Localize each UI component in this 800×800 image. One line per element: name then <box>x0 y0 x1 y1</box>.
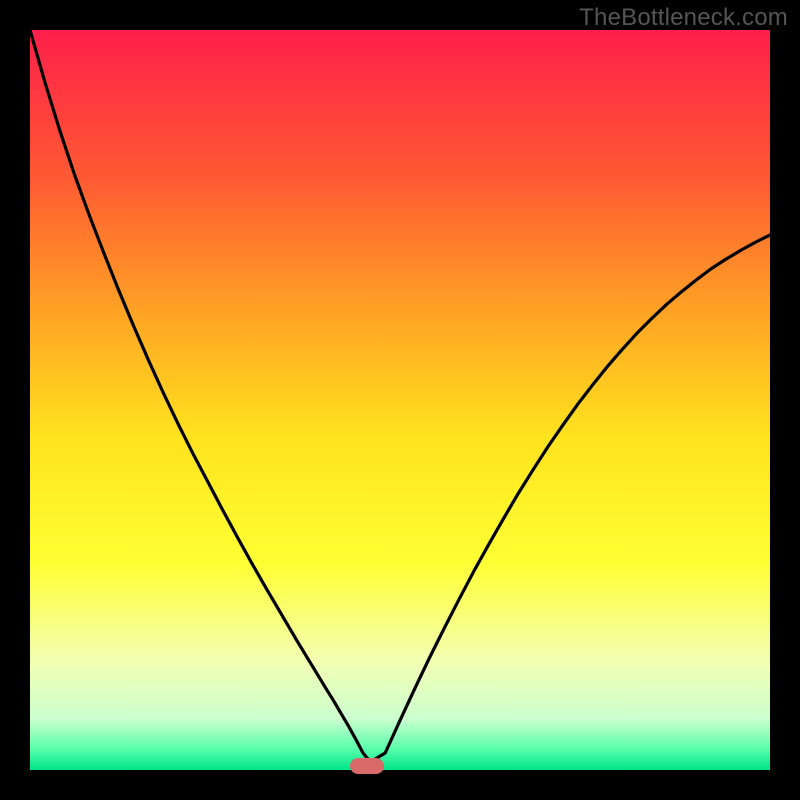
plot-area <box>30 30 770 770</box>
minimum-marker <box>350 758 384 774</box>
watermark-text: TheBottleneck.com <box>579 4 788 32</box>
chart-container: TheBottleneck.com <box>0 0 800 800</box>
gradient-background <box>30 30 770 770</box>
plot-svg <box>30 30 770 770</box>
